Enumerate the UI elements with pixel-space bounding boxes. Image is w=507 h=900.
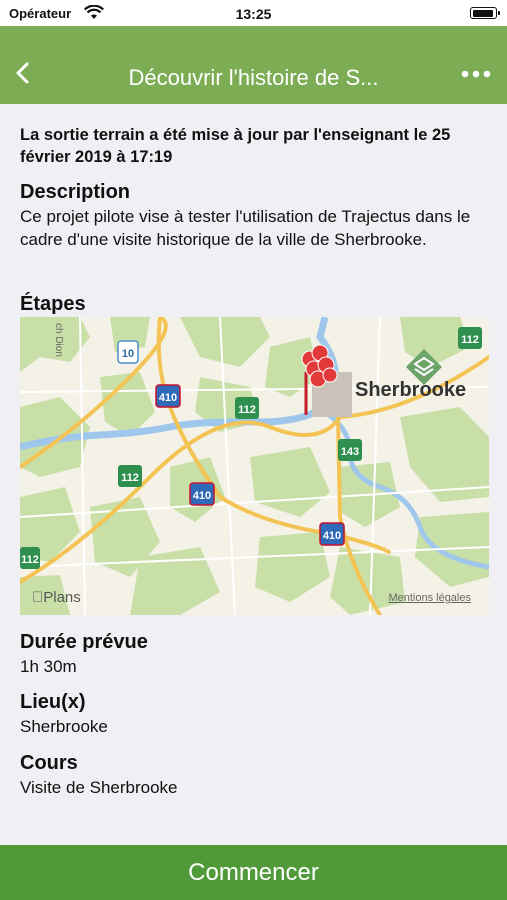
map-canvas: 10 410 410 410 112 112 112 112 143 ch Di… <box>20 317 489 615</box>
course-value: Visite de Sherbrooke <box>20 778 178 797</box>
location-heading: Lieu(x) <box>20 691 86 713</box>
map-city-label: Sherbrooke <box>355 379 467 401</box>
svg-text:112: 112 <box>121 472 139 484</box>
road-10-label: 10 <box>122 348 134 360</box>
course-heading: Cours <box>20 752 78 774</box>
steps-map[interactable]: 10 410 410 410 112 112 112 112 143 ch Di… <box>20 317 489 615</box>
duration-heading: Durée prévue <box>20 631 148 653</box>
svg-text:410: 410 <box>323 530 341 542</box>
page-title: Découvrir l'histoire de S... <box>128 65 379 90</box>
description-heading: Description <box>20 181 131 203</box>
svg-text:410: 410 <box>159 392 177 404</box>
svg-text:112: 112 <box>461 334 479 346</box>
description-text: Ce projet pilote vise à tester l'utilisa… <box>20 207 471 249</box>
svg-text:410: 410 <box>193 490 211 502</box>
back-chevron-icon[interactable] <box>12 62 34 84</box>
battery-icon <box>470 7 500 19</box>
status-bar: Opérateur 13:25 <box>0 0 507 26</box>
svg-text:143: 143 <box>341 446 359 458</box>
start-button[interactable]: Commencer <box>0 845 507 900</box>
svg-text:112: 112 <box>238 404 256 416</box>
svg-text:112: 112 <box>21 554 39 566</box>
location-value: Sherbrooke <box>20 717 108 736</box>
steps-heading: Étapes <box>20 293 86 315</box>
map-provider-label: Plans <box>32 589 81 606</box>
navigation-bar: Découvrir l'histoire de S... <box>0 26 507 104</box>
street-label: ch Dion <box>53 323 64 357</box>
duration-value: 1h 30m <box>20 657 77 676</box>
more-options-icon[interactable] <box>461 69 491 79</box>
update-note: La sortie terrain a été mise à jour par … <box>20 126 451 166</box>
clock: 13:25 <box>235 6 272 22</box>
apple-logo-icon:  <box>32 589 43 606</box>
map-legal-link[interactable]: Mentions légales <box>388 592 471 604</box>
